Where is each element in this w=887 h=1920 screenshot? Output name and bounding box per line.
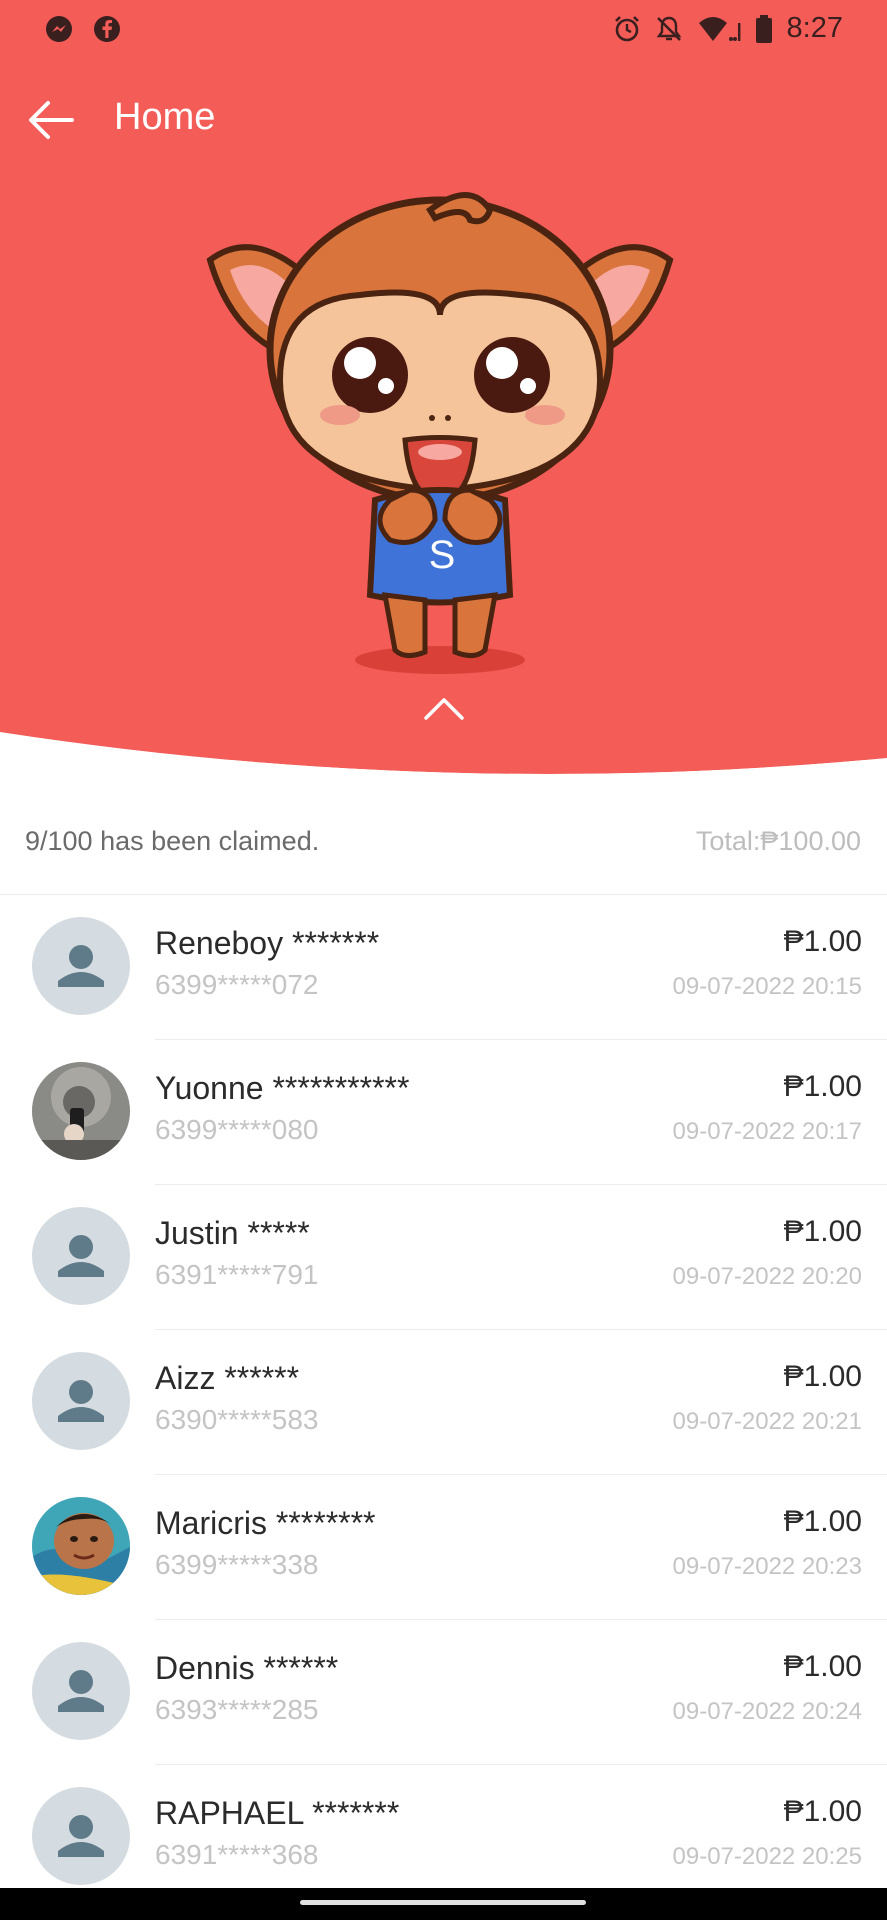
claimer-phone: 6399*****072 [155,969,319,1000]
claimer-name: Aizz ****** [155,1360,300,1396]
claimer-phone: 6390*****583 [155,1404,319,1435]
claimer-phone: 6391*****791 [155,1259,319,1290]
status-bar: 8:27 [0,0,887,64]
claimer-name: Maricris ******** [155,1505,376,1541]
claimer-phone: 6391*****368 [155,1839,319,1870]
avatar [32,1497,130,1595]
notifications-off-icon [656,16,681,41]
hero-curve [0,720,887,780]
svg-text:S: S [429,533,456,577]
list-item[interactable]: Dennis ****** 6393*****285 ₱1.00 09-07-2… [0,1620,887,1765]
wifi-icon [698,16,740,41]
chevron-up-icon[interactable] [420,692,468,724]
claimer-name: Reneboy ******* [155,925,380,961]
top-nav: Home [0,84,887,154]
claimer-phone: 6399*****338 [155,1549,319,1580]
system-nav-bar [0,1888,887,1920]
list-item[interactable]: Justin ***** 6391*****791 ₱1.00 09-07-20… [0,1185,887,1330]
list-item[interactable]: Yuonne *********** 6399*****080 ₱1.00 09… [0,1040,887,1185]
claim-summary: 9/100 has been claimed. Total:₱100.00 [0,800,887,895]
claim-time: 09-07-2022 20:25 [672,1843,863,1870]
claimer-name: Yuonne *********** [155,1070,410,1106]
claim-amount: ₱1.00 [783,1360,862,1393]
claim-time: 09-07-2022 20:24 [672,1698,863,1725]
home-indicator[interactable] [300,1900,586,1905]
claim-time: 09-07-2022 20:21 [672,1408,863,1435]
claim-time: 09-07-2022 20:20 [672,1263,863,1290]
claim-time: 09-07-2022 20:17 [672,1118,863,1145]
back-arrow-icon[interactable] [26,98,74,142]
claim-amount: ₱1.00 [783,1070,862,1103]
default-avatar-icon [58,1670,104,1712]
claimer-name: RAPHAEL ******* [155,1795,400,1831]
user-photo-avatar [32,1497,130,1595]
monkey-mascot-illustration: S [206,192,674,674]
claimer-phone: 6393*****285 [155,1694,319,1725]
claimer-name: Dennis ****** [155,1650,339,1686]
messenger-icon [46,16,72,42]
avatar [32,1787,130,1885]
default-avatar-icon [58,945,104,987]
claim-amount: ₱1.00 [783,1650,862,1683]
status-time: 8:27 [786,12,843,44]
claim-amount: ₱1.00 [783,925,862,958]
list-item[interactable]: Maricris ******** 6399*****338 ₱1.00 09-… [0,1475,887,1620]
claim-amount: ₱1.00 [783,1215,862,1248]
avatar [32,917,130,1015]
claim-amount: ₱1.00 [783,1505,862,1538]
avatar [32,1062,130,1160]
total-amount: Total:₱100.00 [695,826,861,856]
avatar [32,1207,130,1305]
page-title: Home [114,96,216,138]
battery-icon [755,14,772,43]
list-item[interactable]: Reneboy ******* 6399*****072 ₱1.00 09-07… [0,895,887,1040]
user-photo-avatar [32,1062,130,1160]
list-item[interactable]: Aizz ****** 6390*****583 ₱1.00 09-07-202… [0,1330,887,1475]
claim-time: 09-07-2022 20:15 [672,973,863,1000]
facebook-icon [94,16,120,42]
claim-amount: ₱1.00 [783,1795,862,1828]
avatar [32,1642,130,1740]
default-avatar-icon [58,1815,104,1857]
claimer-phone: 6399*****080 [155,1114,319,1145]
claim-time: 09-07-2022 20:23 [672,1553,863,1580]
claimer-name: Justin ***** [155,1215,310,1251]
default-avatar-icon [58,1380,104,1422]
avatar [32,1352,130,1450]
claimed-count: 9/100 has been claimed. [25,826,320,856]
claims-list: Reneboy ******* 6399*****072 ₱1.00 09-07… [0,895,887,1910]
alarm-icon [614,15,639,41]
default-avatar-icon [58,1235,104,1277]
